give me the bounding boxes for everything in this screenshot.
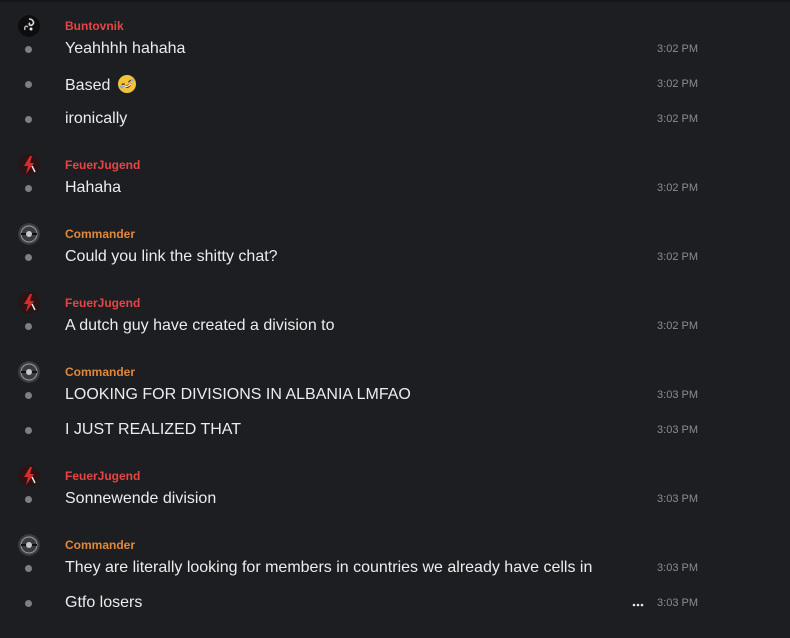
message-row[interactable]: They are literally looking for members i… [0,552,790,587]
message-timestamp: 3:03 PM [657,493,698,505]
message-timestamp: 3:03 PM [657,562,698,574]
rofl-emoji-icon [117,75,136,93]
message-text: ironically [65,110,128,127]
message-text-content: Based [65,77,111,94]
message-text: LOOKING FOR DIVISIONS IN ALBANIA LMFAO [65,386,411,403]
message-text: Gtfo losers [65,594,143,611]
message-row-hovered[interactable]: Gtfo losers 3:03 PM [0,587,790,622]
author-name[interactable]: Commander [65,227,135,241]
author-name[interactable]: Commander [65,538,135,552]
author-name[interactable]: FeuerJugend [65,469,140,483]
message-timestamp: 3:02 PM [657,113,698,125]
message-bullet [25,254,32,261]
message-row[interactable]: Sonnewende division 3:03 PM [0,483,790,518]
message-timestamp: 3:03 PM [657,597,698,609]
author-name[interactable]: FeuerJugend [65,158,140,172]
message-row[interactable]: Hahaha 3:02 PM [0,172,790,207]
message-text: Hahaha [65,179,122,196]
message-text: I JUST REALIZED THAT [65,421,242,438]
message-timestamp: 3:02 PM [657,320,698,332]
message-bullet [25,600,32,607]
message-bullet [25,46,32,53]
message-text: Based [65,75,136,95]
message-row[interactable]: LOOKING FOR DIVISIONS IN ALBANIA LMFAO 3… [0,379,790,414]
message-bullet [25,81,32,88]
message-row[interactable]: Yeahhhh hahaha 3:02 PM [0,33,790,68]
message-timestamp: 3:02 PM [657,182,698,194]
message-timestamp: 3:03 PM [657,389,698,401]
message-row[interactable]: Based 3:02 PM [0,68,790,103]
message-bullet [25,427,32,434]
message-text: Yeahhhh hahaha [65,40,186,57]
author-name[interactable]: FeuerJugend [65,296,140,310]
message-bullet [25,323,32,330]
author-name[interactable]: Commander [65,365,135,379]
message-text: Could you link the shitty chat? [65,248,278,265]
message-timestamp: 3:02 PM [657,78,698,90]
message-bullet [25,565,32,572]
message-timestamp: 3:02 PM [657,251,698,263]
message-text: Sonnewende division [65,490,217,507]
message-row[interactable]: Could you link the shitty chat? 3:02 PM [0,241,790,276]
author-name[interactable]: Buntovnik [65,19,124,33]
message-bullet [25,392,32,399]
message-row[interactable]: I JUST REALIZED THAT 3:03 PM [0,414,790,449]
message-row[interactable]: A dutch guy have created a division to 3… [0,310,790,345]
message-bullet [25,116,32,123]
message-timestamp: 3:03 PM [657,424,698,436]
message-text: A dutch guy have created a division to [65,317,335,334]
message-text: They are literally looking for members i… [65,559,593,576]
message-timestamp: 3:02 PM [657,43,698,55]
message-bullet [25,185,32,192]
message-bullet [25,496,32,503]
message-row[interactable]: ironically 3:02 PM [0,103,790,138]
more-options-icon[interactable] [632,596,644,610]
chat-messages: Buntovnik Yeahhhh hahaha 3:02 PM Based 3… [0,0,790,638]
